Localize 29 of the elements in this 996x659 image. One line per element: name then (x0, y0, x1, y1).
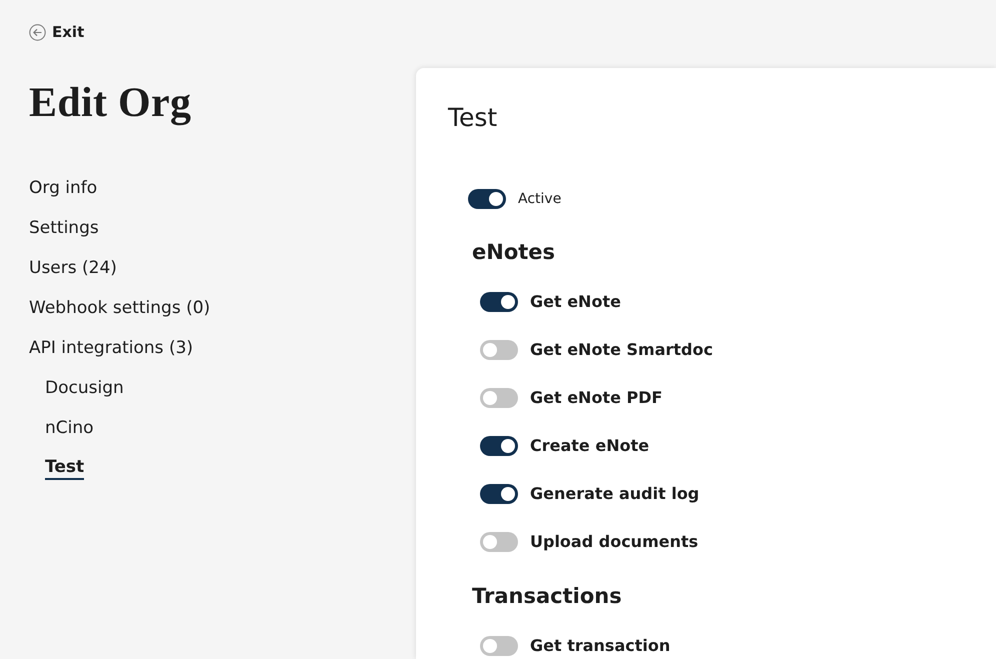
toggle-switch[interactable] (480, 532, 518, 552)
toggle-switch[interactable] (480, 292, 518, 312)
exit-button[interactable]: Exit (29, 22, 84, 42)
toggle-label: Active (518, 190, 562, 208)
toggle-switch[interactable] (480, 436, 518, 456)
toggle-label: Get eNote (530, 291, 621, 313)
toggle-label: Generate audit log (530, 483, 700, 505)
nav-link[interactable]: Org info (29, 176, 98, 200)
nav-link[interactable]: nCino (45, 416, 94, 440)
panel-title: Test (448, 103, 498, 133)
toggle-switch[interactable] (468, 189, 506, 209)
toggle-label: Get eNote Smartdoc (530, 339, 713, 361)
nav-link[interactable]: Test (45, 456, 84, 480)
section-heading: Transactions (472, 583, 623, 610)
nav-link[interactable]: Webhook settings (0) (29, 296, 210, 320)
toggle-label: Create eNote (530, 435, 650, 457)
nav-link[interactable]: Settings (29, 216, 99, 240)
toggle-switch[interactable] (480, 340, 518, 360)
nav-link[interactable]: API integrations (3) (29, 336, 194, 360)
toggle-switch[interactable] (480, 636, 518, 656)
toggle-label: Get eNote PDF (530, 387, 662, 409)
nav-link[interactable]: Users (24) (29, 256, 117, 280)
nav-link[interactable]: Docusign (45, 376, 124, 400)
toggle-switch[interactable] (480, 388, 518, 408)
page-title: Edit Org (29, 78, 192, 128)
toggle-label: Upload documents (530, 531, 698, 553)
section-heading: eNotes (472, 239, 556, 266)
toggle-label: Get transaction (530, 635, 670, 657)
toggle-switch[interactable] (480, 484, 518, 504)
